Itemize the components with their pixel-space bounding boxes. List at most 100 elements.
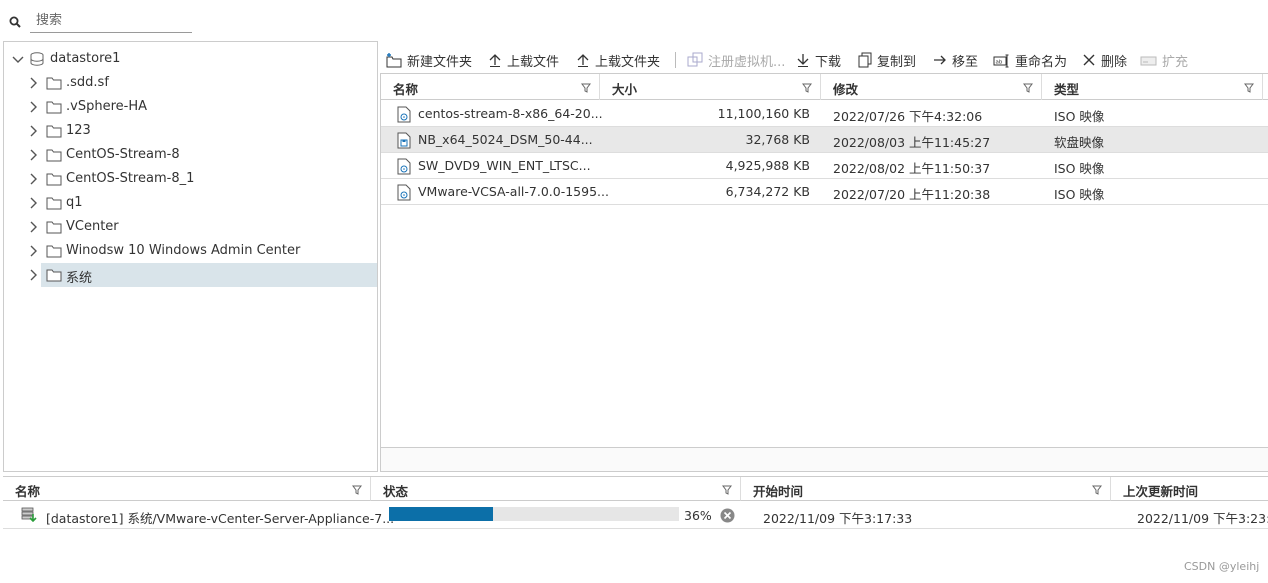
tree-root-label: datastore1 bbox=[50, 51, 121, 66]
column-header-modified[interactable]: 修改 bbox=[821, 74, 1042, 100]
move-to-button[interactable]: 移至 bbox=[932, 50, 978, 70]
file-modified: 2022/08/02 上午11:50:37 bbox=[833, 161, 991, 176]
file-toolbar: 新建文件夹 上载文件 上载文件夹 注册虚拟机... 下载 复制到 移至 ab 重… bbox=[383, 46, 1268, 72]
filter-icon[interactable] bbox=[722, 485, 732, 495]
tree-item-label: .sdd.sf bbox=[66, 75, 109, 90]
progress-percent: 36% bbox=[684, 508, 712, 523]
column-title: 类型 bbox=[1054, 82, 1080, 97]
filter-icon[interactable] bbox=[1023, 83, 1033, 93]
chevron-right-icon[interactable] bbox=[27, 269, 39, 281]
new-folder-button[interactable]: 新建文件夹 bbox=[385, 50, 472, 70]
new-folder-label: 新建文件夹 bbox=[407, 54, 473, 70]
folder-icon bbox=[46, 125, 62, 138]
chevron-right-icon[interactable] bbox=[27, 125, 39, 137]
copy-to-label: 复制到 bbox=[877, 54, 917, 70]
delete-label: 删除 bbox=[1101, 54, 1128, 70]
new-folder-icon bbox=[386, 53, 402, 68]
tree-item-system-selected[interactable]: 系统 bbox=[41, 263, 377, 287]
expand-label: 扩充 bbox=[1162, 54, 1189, 70]
download-icon bbox=[797, 54, 809, 67]
column-header-size[interactable]: 大小 bbox=[600, 74, 821, 100]
tree-root-datastore1[interactable]: datastore1 bbox=[4, 47, 377, 71]
task-start-time: 2022/11/09 下午3:17:33 bbox=[763, 511, 913, 526]
task-column-status[interactable]: 状态 bbox=[371, 477, 741, 501]
upload-folder-button[interactable]: 上载文件夹 bbox=[575, 50, 660, 70]
tree-item-vcenter[interactable]: VCenter bbox=[4, 215, 377, 239]
filter-icon[interactable] bbox=[802, 83, 812, 93]
copy-to-button[interactable]: 复制到 bbox=[857, 50, 916, 70]
table-row[interactable]: VMware-VCSA-all-7.0.0-1595... 6,734,272 … bbox=[381, 179, 1268, 205]
task-updated-time: 2022/11/09 下午3:23:52 bbox=[1137, 511, 1268, 526]
file-name: SW_DVD9_WIN_ENT_LTSC... bbox=[418, 158, 591, 173]
folder-icon bbox=[46, 197, 62, 210]
tree-item-q1[interactable]: q1 bbox=[4, 191, 377, 215]
filter-icon[interactable] bbox=[352, 485, 362, 495]
filter-icon[interactable] bbox=[1244, 83, 1254, 93]
close-icon bbox=[1083, 54, 1095, 66]
delete-button[interactable]: 删除 bbox=[1081, 50, 1127, 70]
column-title: 修改 bbox=[833, 82, 859, 97]
table-row[interactable]: centos-stream-8-x86_64-20... 11,100,160 … bbox=[381, 101, 1268, 127]
task-column-start-time[interactable]: 开始时间 bbox=[741, 477, 1111, 501]
upload-file-button[interactable]: 上载文件 bbox=[487, 50, 559, 70]
task-column-name[interactable]: 名称 bbox=[3, 477, 371, 501]
tree-item-centos-stream-8[interactable]: CentOS-Stream-8 bbox=[4, 143, 377, 167]
chevron-right-icon[interactable] bbox=[27, 173, 39, 185]
tree-item-vsphere-ha[interactable]: .vSphere-HA bbox=[4, 95, 377, 119]
tree-item-123[interactable]: 123 bbox=[4, 119, 377, 143]
tree-item-label: CentOS-Stream-8_1 bbox=[66, 171, 195, 186]
tree-item-label: .vSphere-HA bbox=[66, 99, 147, 114]
search-input[interactable] bbox=[30, 9, 192, 33]
table-row[interactable]: SW_DVD9_WIN_ENT_LTSC... 4,925,988 KB 202… bbox=[381, 153, 1268, 179]
progress-fill bbox=[389, 507, 494, 521]
chevron-right-icon[interactable] bbox=[27, 77, 39, 89]
file-grid-header: 名称 大小 修改 类型 bbox=[381, 74, 1268, 100]
task-row[interactable]: [datastore1] 系统/VMware-vCenter-Server-Ap… bbox=[3, 502, 1268, 529]
copy-icon bbox=[858, 52, 872, 68]
tree-item-centos-stream-8-1[interactable]: CentOS-Stream-8_1 bbox=[4, 167, 377, 191]
register-vm-icon bbox=[687, 52, 703, 67]
floppy-file-icon bbox=[397, 132, 411, 149]
upload-task-icon bbox=[21, 507, 37, 522]
column-title: 名称 bbox=[393, 82, 419, 97]
file-name: NB_x64_5024_DSM_50-44... bbox=[418, 132, 593, 147]
filter-icon[interactable] bbox=[1092, 485, 1102, 495]
folder-icon bbox=[46, 77, 62, 90]
chevron-right-icon[interactable] bbox=[27, 221, 39, 233]
upload-icon bbox=[577, 54, 589, 67]
arrow-right-icon bbox=[934, 55, 946, 65]
svg-text:ab: ab bbox=[996, 60, 1003, 66]
file-type: ISO 映像 bbox=[1054, 109, 1105, 124]
iso-file-icon bbox=[397, 158, 411, 175]
download-label: 下载 bbox=[815, 54, 842, 70]
file-grid-footer bbox=[381, 447, 1268, 471]
file-modified: 2022/07/20 上午11:20:38 bbox=[833, 187, 991, 202]
column-header-name[interactable]: 名称 bbox=[381, 74, 600, 100]
chevron-right-icon[interactable] bbox=[27, 197, 39, 209]
expand-button[interactable]: 扩充 bbox=[1140, 50, 1188, 70]
file-type: 软盘映像 bbox=[1054, 135, 1105, 150]
chevron-right-icon[interactable] bbox=[27, 245, 39, 257]
download-button[interactable]: 下载 bbox=[795, 50, 841, 70]
iso-file-icon bbox=[397, 184, 411, 201]
folder-icon bbox=[46, 245, 62, 258]
chevron-right-icon[interactable] bbox=[27, 101, 39, 113]
filter-icon[interactable] bbox=[581, 83, 591, 93]
rename-button[interactable]: ab 重命名为 bbox=[993, 50, 1067, 70]
rename-label: 重命名为 bbox=[1015, 54, 1068, 70]
recent-tasks-panel: 名称 状态 开始时间 上次更新时间 [datastore1] 系统/VMware… bbox=[3, 476, 1268, 583]
cancel-task-icon[interactable] bbox=[720, 508, 735, 523]
folder-icon bbox=[46, 221, 62, 234]
column-header-type[interactable]: 类型 bbox=[1042, 74, 1263, 100]
chevron-right-icon[interactable] bbox=[27, 149, 39, 161]
task-column-last-updated[interactable]: 上次更新时间 bbox=[1111, 477, 1268, 501]
tree-item-sdd[interactable]: .sdd.sf bbox=[4, 71, 377, 95]
tree-item-windows-admin-center[interactable]: Winodsw 10 Windows Admin Center bbox=[4, 239, 377, 263]
column-title: 名称 bbox=[15, 484, 41, 499]
disk-icon bbox=[1140, 56, 1157, 66]
table-row[interactable]: NB_x64_5024_DSM_50-44... 32,768 KB 2022/… bbox=[381, 127, 1268, 153]
register-vm-button[interactable]: 注册虚拟机... bbox=[686, 50, 785, 70]
chevron-down-icon[interactable] bbox=[12, 53, 24, 65]
file-size: 4,925,988 KB bbox=[725, 158, 810, 173]
folder-icon bbox=[46, 101, 62, 114]
